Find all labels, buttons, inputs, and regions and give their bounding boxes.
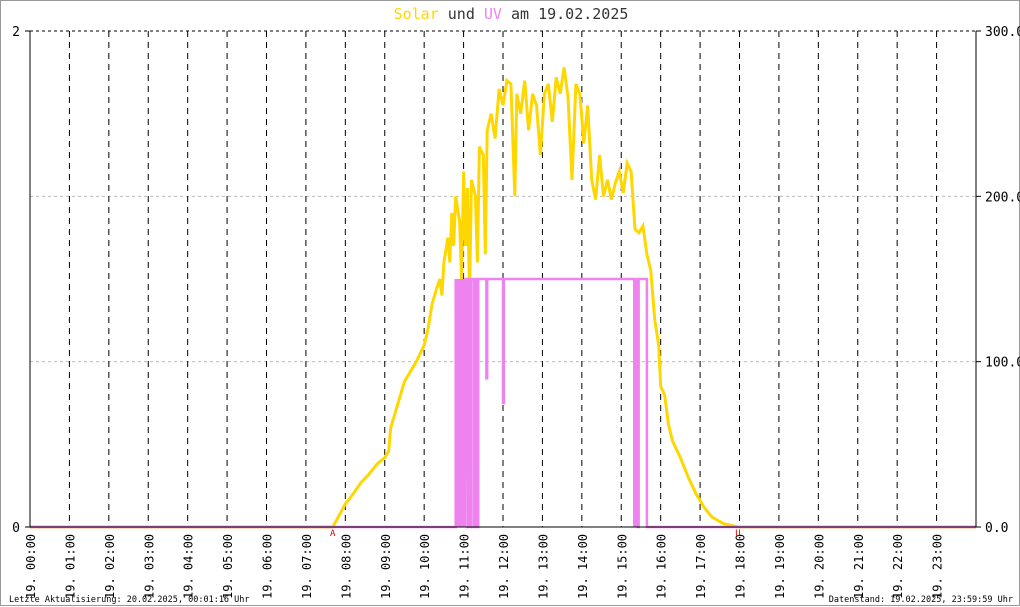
x-tick-label: 19. 13:00: [536, 534, 550, 599]
left-axis-tick-label: 2: [12, 25, 20, 40]
last-update-text: Letzte Aktualisierung: 20.02.2025, 00:01…: [9, 595, 250, 605]
solar-uv-chart: Solar und UV am 19.02.2025 0.0 100.0 200.0…: [9, 5, 1020, 605]
sunset-marker: U: [735, 529, 740, 539]
x-tick-label: 19. 06:00: [261, 534, 275, 599]
x-tick-label: 19. 14:00: [576, 534, 590, 599]
x-tick-label: 19. 00:00: [24, 534, 38, 599]
x-tick-label: 19. 18:00: [734, 534, 748, 599]
x-tick-label: 19. 11:00: [458, 534, 472, 599]
x-tick-label: 19. 01:00: [63, 534, 77, 599]
title-date: am 19.02.2025: [511, 5, 628, 23]
x-tick-label: 19. 02:00: [103, 534, 117, 599]
x-tick-label: 19. 21:00: [852, 534, 866, 599]
x-tick-label: 19. 15:00: [615, 534, 629, 599]
title-und: und: [448, 5, 475, 23]
x-tick-label: 19. 08:00: [339, 534, 353, 599]
chart-frame: Solar und UV am 19.02.2025 0.0 100.0 200.0…: [0, 0, 1020, 606]
x-tick-label: 19. 05:00: [221, 534, 235, 599]
right-axis-tick-label: 200.0: [985, 190, 1020, 205]
x-tick-label: 19. 09:00: [379, 534, 393, 599]
title-uv: UV: [484, 5, 502, 23]
x-tick-label: 19. 12:00: [497, 534, 511, 599]
x-tick-label: 19. 19:00: [773, 534, 787, 599]
right-axis-tick-label: 0.0: [985, 521, 1008, 536]
left-axis-tick-label: 0: [12, 521, 20, 536]
title-solar: Solar: [394, 5, 439, 23]
x-tick-label: 19. 03:00: [142, 534, 156, 599]
x-tick-label: 19. 07:00: [300, 534, 314, 599]
x-tick-label: 19. 17:00: [694, 534, 708, 599]
x-tick-label: 19. 16:00: [655, 534, 669, 599]
chart-title: Solar und UV am 19.02.2025: [394, 5, 629, 23]
x-tick-label: 19. 20:00: [812, 534, 826, 599]
uv-series-line: [30, 277, 976, 529]
data-state-text: Datenstand: 19.02.2025, 23:59:59 Uhr: [829, 595, 1013, 605]
sunrise-marker: A: [330, 529, 336, 539]
right-axis-tick-label: 100.0: [985, 356, 1020, 371]
x-tick-label: 19. 10:00: [418, 534, 432, 599]
x-tick-label: 19. 23:00: [931, 534, 945, 599]
x-tick-label: 19. 04:00: [182, 534, 196, 599]
x-tick-label: 19. 22:00: [891, 534, 905, 599]
right-axis-tick-label: 300.0: [985, 25, 1020, 40]
